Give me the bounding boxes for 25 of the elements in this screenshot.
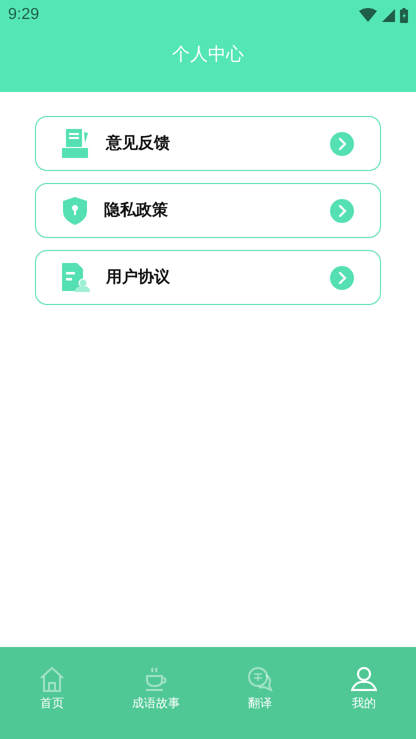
menu-label: 用户协议: [106, 267, 171, 288]
wifi-icon: [359, 8, 377, 22]
person-icon: [351, 666, 377, 692]
menu-label: 意见反馈: [106, 133, 171, 154]
tab[interactable]: 首页: [0, 639, 104, 739]
shield-icon: [62, 196, 88, 224]
chevron-right-icon: [330, 198, 354, 222]
tab[interactable]: 翻译: [208, 639, 312, 739]
menu-label: 隐私政策: [104, 200, 169, 221]
document-user-icon: [62, 262, 90, 292]
tab[interactable]: 成语故事: [104, 639, 208, 739]
signal-icon: [382, 8, 395, 22]
tab[interactable]: 我的: [312, 639, 416, 739]
menu-item[interactable]: 隐私政策: [35, 183, 381, 238]
menu-item[interactable]: 意见反馈: [35, 116, 381, 171]
battery-icon: [400, 8, 408, 22]
home-icon: [39, 666, 65, 692]
page-title: 个人中心: [171, 43, 245, 66]
document-tray-icon: [62, 128, 90, 158]
chevron-right-icon: [330, 266, 354, 290]
chevron-right-icon: [330, 132, 354, 156]
status-time: 9:29: [8, 6, 40, 24]
menu-item[interactable]: 用户协议: [35, 250, 381, 305]
cup-icon: [143, 666, 169, 692]
speech-bubbles-icon: [247, 666, 273, 692]
